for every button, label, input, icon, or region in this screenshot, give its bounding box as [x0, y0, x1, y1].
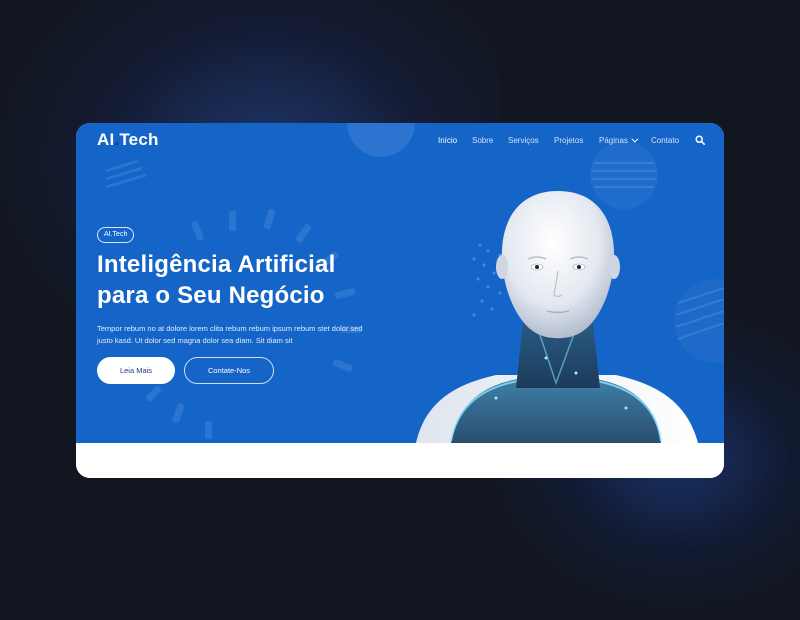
chevron-down-icon [631, 135, 639, 143]
logo-text-main: AI [97, 130, 115, 149]
hero-description-line-2: justo kasd. Ut dolor sed magna dolor sea… [97, 336, 293, 345]
search-icon[interactable] [695, 135, 705, 145]
nav-item-paginas-label: Páginas [599, 136, 628, 145]
contact-us-button[interactable]: Contate-Nos [184, 357, 274, 384]
nav-item-projetos[interactable]: Projetos [554, 136, 583, 145]
hero-title-line-1: Inteligência Artificial [97, 251, 336, 278]
hero-description-line-1: Tempor rebum no at dolore lorem clita re… [97, 324, 363, 333]
brand-logo[interactable]: AI.Tech [97, 130, 159, 150]
read-more-button[interactable]: Leia Mais [97, 357, 175, 384]
hero-title: Inteligência Artificial para o Seu Negóc… [97, 249, 397, 311]
hero-title-line-2: para o Seu Negócio [97, 282, 325, 309]
robot-image [416, 191, 698, 443]
nav-item-sobre[interactable]: Sobre [472, 136, 493, 145]
nav-item-paginas[interactable]: Páginas [599, 135, 639, 145]
content-strip [76, 443, 724, 478]
hero-description: Tempor rebum no at dolore lorem clita re… [97, 323, 397, 347]
navbar: AI.Tech Início Sobre Serviços Projetos P… [76, 123, 724, 157]
hero-badge: AI.Tech [97, 227, 135, 243]
nav-item-servicos[interactable]: Serviços [508, 136, 539, 145]
hero-section: AI.Tech Início Sobre Serviços Projetos P… [76, 123, 724, 443]
nav-item-contato[interactable]: Contato [651, 136, 679, 145]
nav-item-inicio[interactable]: Início [438, 136, 457, 145]
website-preview-card: AI.Tech Início Sobre Serviços Projetos P… [76, 123, 724, 478]
logo-text-rest: Tech [119, 130, 159, 149]
